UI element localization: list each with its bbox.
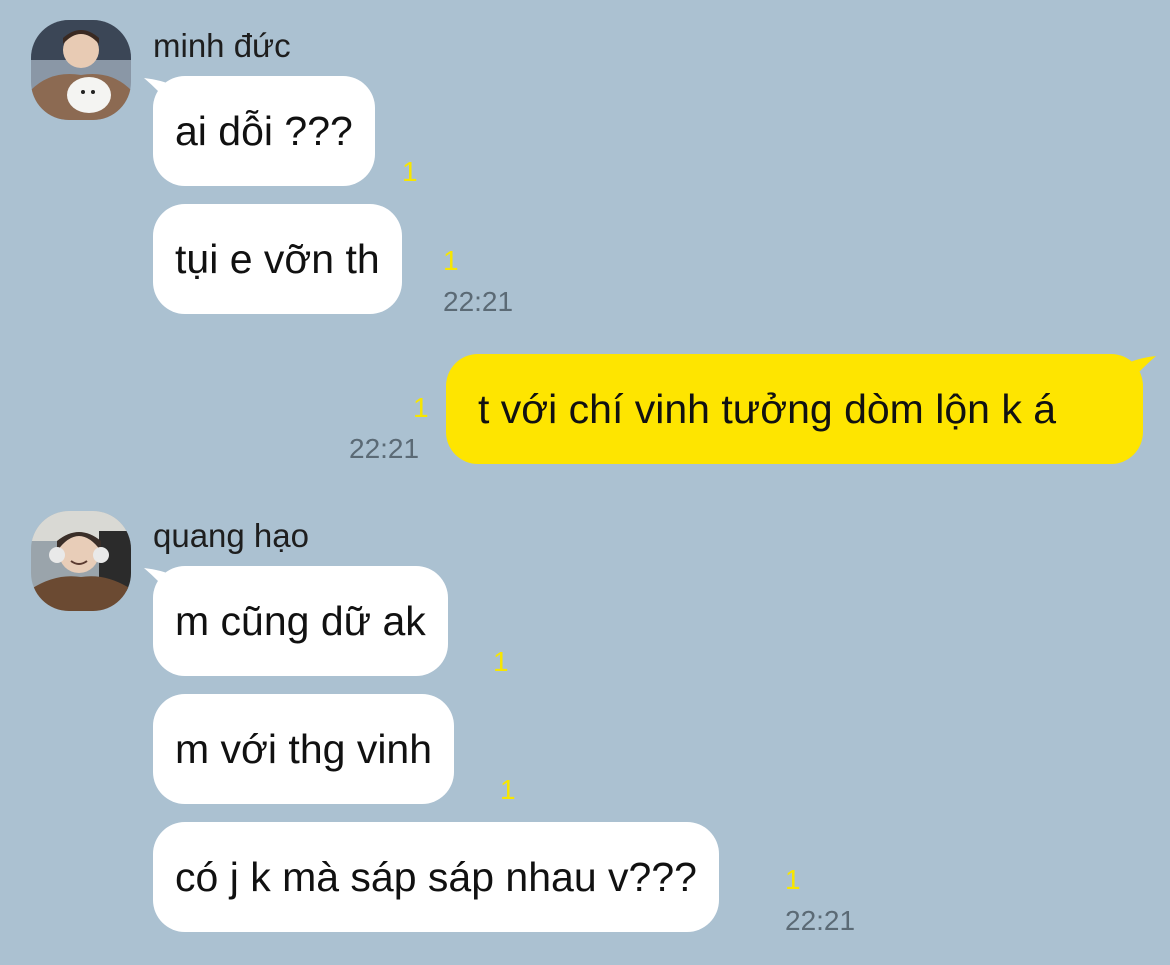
avatar-minh-duc[interactable] [31,20,131,120]
unread-count: 1 [493,646,509,677]
avatar-photo [31,20,131,120]
unread-count: 1 [402,156,418,187]
bubble-tail [1126,356,1156,386]
avatar-photo [31,511,131,611]
unread-count: 1 [413,392,429,423]
message-timestamp: 22:21 [785,905,856,936]
message-bubble[interactable]: tụi e vỡn th [153,204,402,314]
avatar-quang-hao[interactable] [31,511,131,611]
unread-count: 1 [785,864,801,895]
message-bubble-outgoing[interactable]: t với chí vinh tưởng dòm lộn k á [446,354,1143,464]
sender-name: quang hạo [153,517,309,554]
message-bubble[interactable]: m cũng dữ ak [153,566,448,676]
unread-count: 1 [500,774,516,805]
message-timestamp: 22:21 [443,286,514,317]
message-bubble[interactable]: có j k mà sáp sáp nhau v??? [153,822,719,932]
message-bubble[interactable]: ai dỗi ??? [153,76,375,186]
message-bubble[interactable]: m với thg vinh [153,694,455,804]
unread-count: 1 [443,245,459,276]
message-timestamp: 22:21 [349,433,420,464]
sender-name: minh đức [153,27,291,64]
